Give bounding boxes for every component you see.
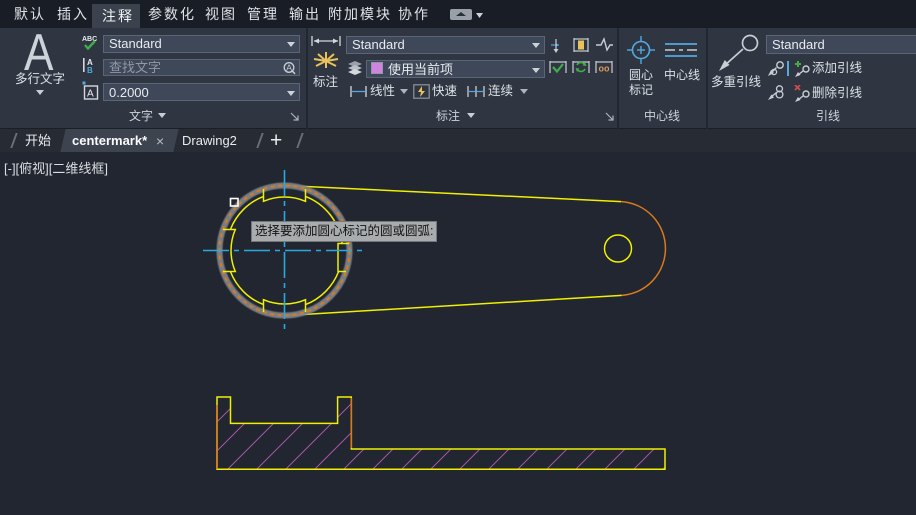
svg-text:A: A — [286, 62, 292, 72]
svg-text:oo: oo — [599, 64, 610, 74]
svg-text:A: A — [87, 89, 94, 100]
svg-text:B: B — [87, 66, 93, 73]
